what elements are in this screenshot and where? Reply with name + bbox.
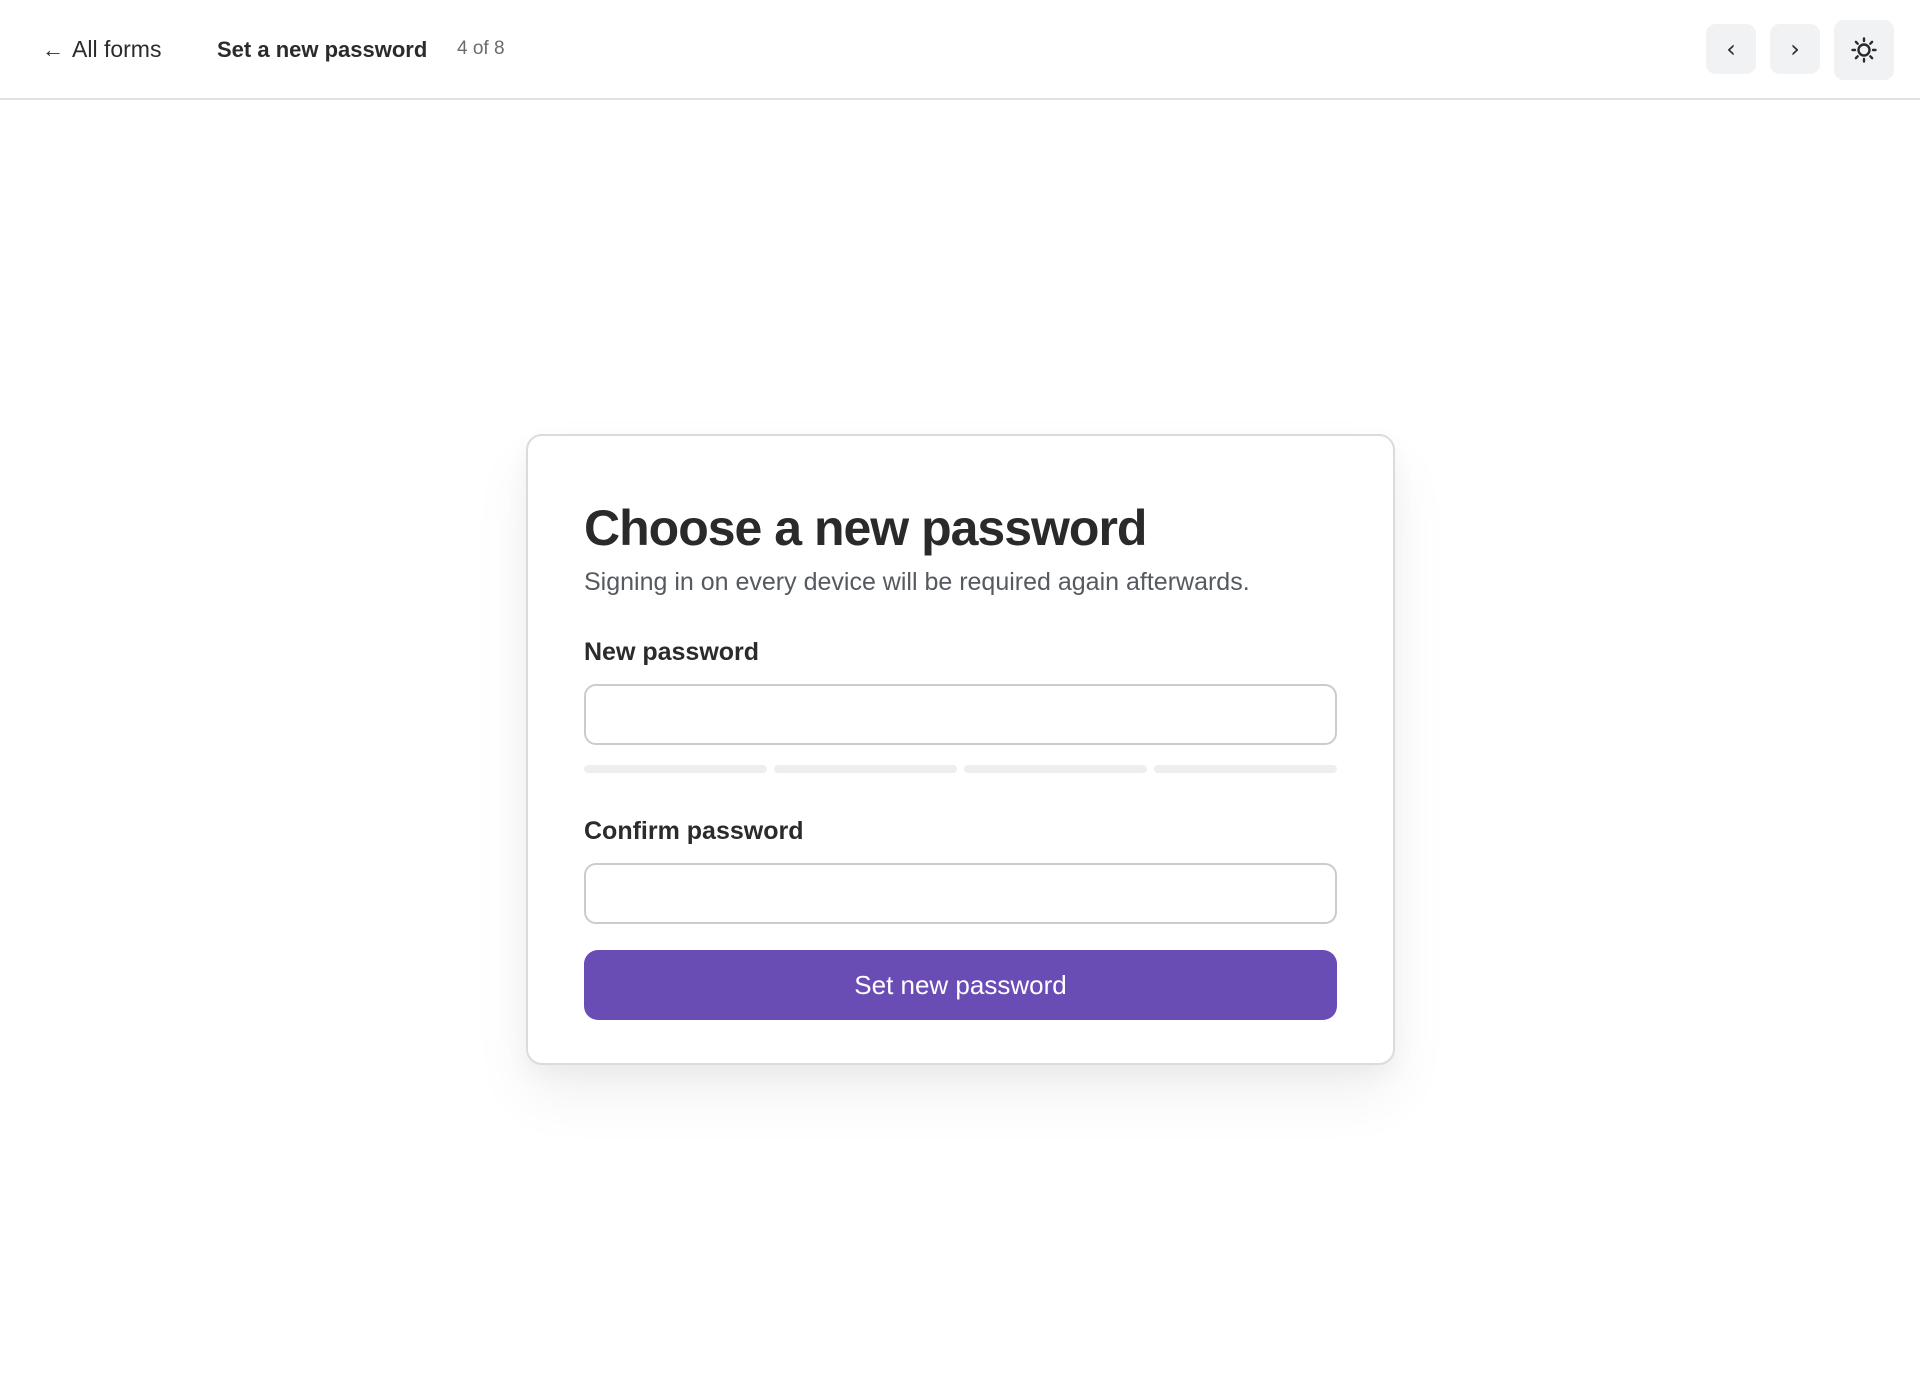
chevron-left-icon: ‹ [1726,35,1736,63]
form-title: Set a new password [217,37,428,62]
new-password-field[interactable] [584,684,1337,745]
confirm-password-field[interactable] [584,863,1337,924]
password-strength-meter [584,765,1337,773]
sun-icon [1851,37,1877,63]
set-new-password-button[interactable]: Set new password [584,950,1337,1020]
top-bar: ← All forms Set a new password 4 of 8 ‹ … [0,0,1920,100]
form-counter: 4 of 8 [457,38,505,59]
chevron-right-icon: › [1790,35,1800,63]
strength-segment [584,765,767,773]
theme-toggle-button[interactable] [1834,20,1894,80]
strength-segment [1154,765,1337,773]
card-title: Choose a new password [584,500,1147,556]
card-subtitle: Signing in on every device will be requi… [584,568,1250,596]
password-card: Choose a new password Signing in on ever… [526,434,1395,1065]
next-form-button[interactable]: › [1770,24,1820,74]
confirm-password-label: Confirm password [584,817,804,845]
back-link-label: All forms [72,36,162,62]
strength-segment [774,765,957,773]
previous-form-button[interactable]: ‹ [1706,24,1756,74]
new-password-label: New password [584,638,760,666]
password-form: Choose a new password Signing in on ever… [584,492,1337,1020]
strength-segment [964,765,1147,773]
back-to-all-forms-link[interactable]: ← All forms [42,36,161,63]
arrow-left-icon: ← [42,36,64,62]
